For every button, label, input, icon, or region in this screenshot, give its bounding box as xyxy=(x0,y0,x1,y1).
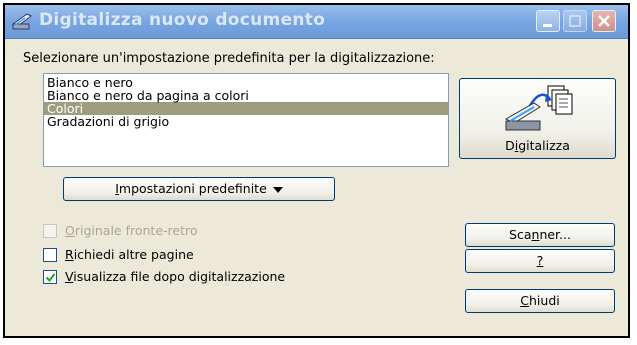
scanner-button[interactable]: Scanner... xyxy=(465,223,615,247)
help-button[interactable]: ? xyxy=(465,249,615,273)
list-item[interactable]: Bianco e nero da pagina a colori xyxy=(44,89,448,102)
maximize-button[interactable] xyxy=(563,10,587,32)
scan-to-documents-icon xyxy=(504,85,573,131)
scan-button[interactable]: Digitalizza xyxy=(459,78,616,159)
title-bar[interactable]: Digitalizza nuovo documento xyxy=(5,5,628,39)
minimize-button[interactable] xyxy=(536,10,560,32)
preset-prompt: Selezionare un'impostazione predefinita … xyxy=(23,51,435,66)
close-window-button[interactable] xyxy=(592,10,616,32)
scanner-icon xyxy=(11,13,32,30)
more-pages-checkbox[interactable] xyxy=(43,248,57,262)
view-after-checkbox[interactable] xyxy=(43,270,57,284)
list-item[interactable]: Gradazioni di grigio xyxy=(44,115,448,128)
dropdown-arrow-icon xyxy=(272,186,283,193)
scan-button-label: Digitalizza xyxy=(505,138,570,153)
duplex-label: Originale fronte-retro xyxy=(65,223,198,238)
maximize-icon xyxy=(569,15,581,27)
view-after-label[interactable]: Visualizza file dopo digitalizzazione xyxy=(65,269,285,285)
dialog-window: Digitalizza nuovo documento Selezionare … xyxy=(3,3,630,338)
checkmark-icon xyxy=(45,273,56,283)
minimize-icon xyxy=(543,24,552,27)
window-title: Digitalizza nuovo documento xyxy=(39,10,326,30)
close-icon xyxy=(598,15,610,27)
presets-menu-button[interactable]: Impostazioni predefinite xyxy=(63,177,335,201)
more-pages-label[interactable]: Richiedi altre pagine xyxy=(65,247,194,263)
close-button[interactable]: Chiudi xyxy=(465,289,615,313)
duplex-checkbox xyxy=(43,224,57,238)
preset-list[interactable]: Bianco e nero Bianco e nero da pagina a … xyxy=(43,73,449,167)
